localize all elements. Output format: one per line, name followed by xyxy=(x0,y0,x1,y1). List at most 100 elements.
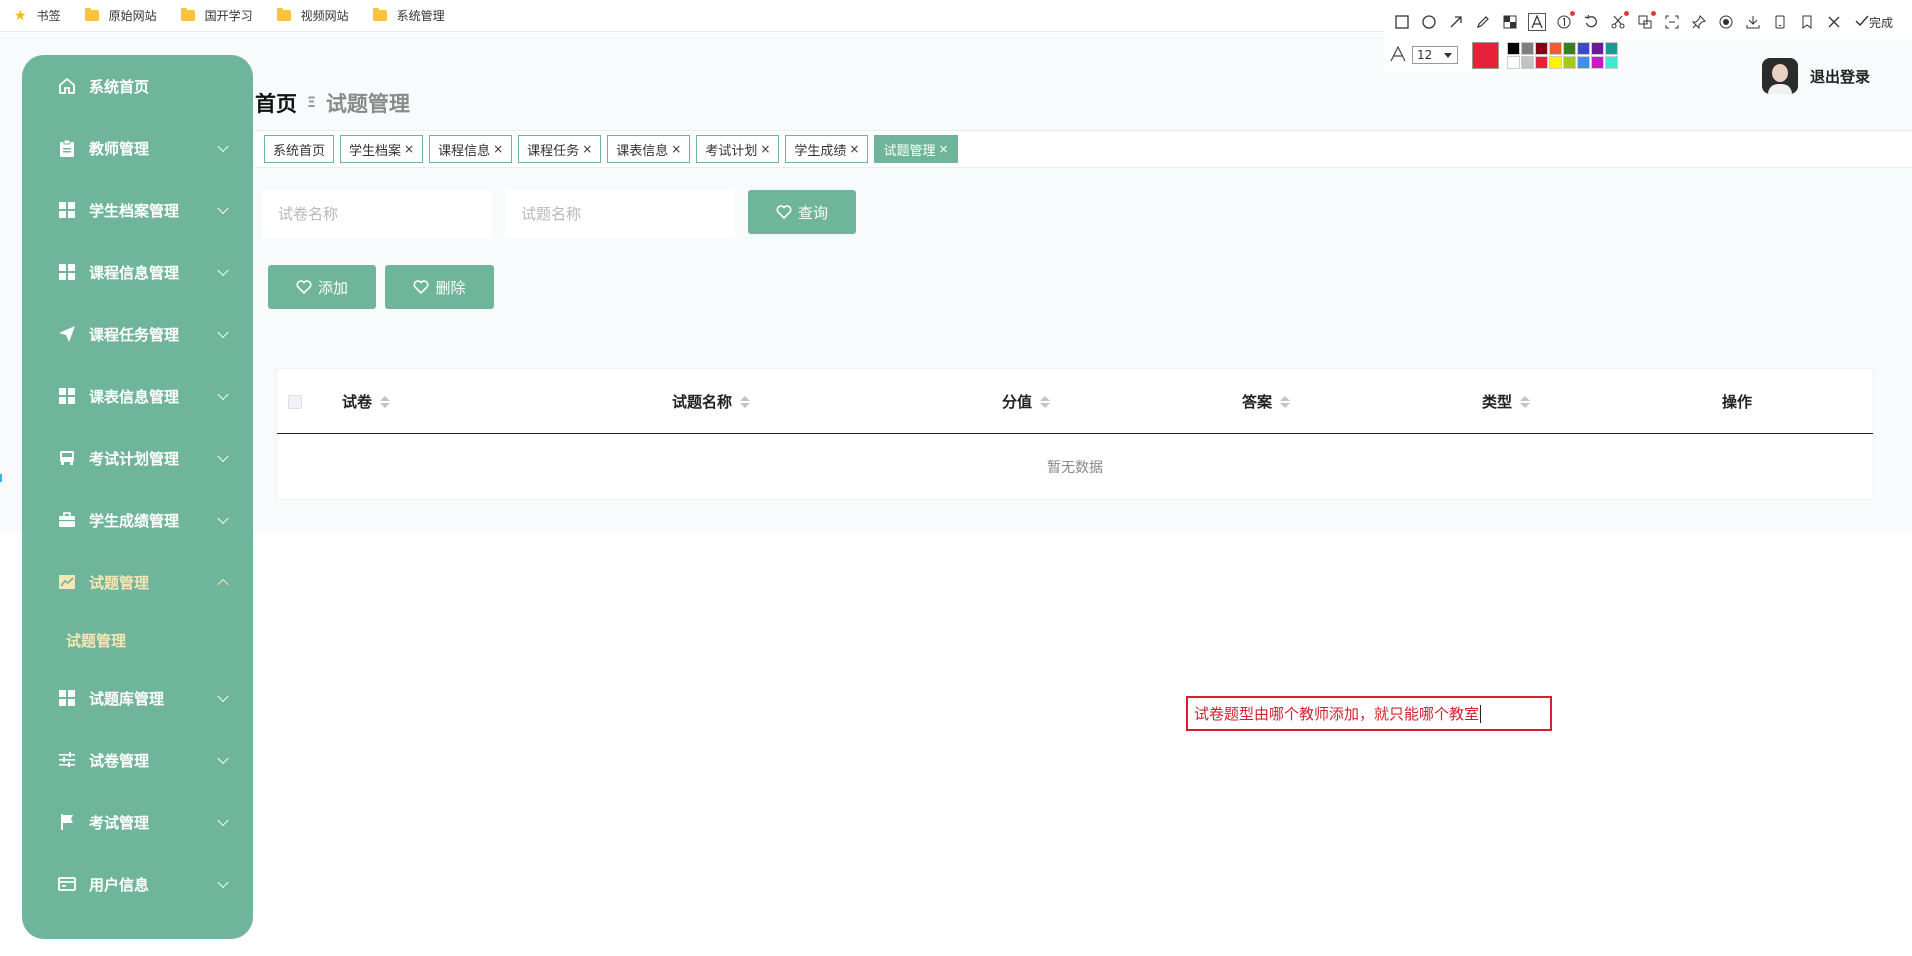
color-swatch[interactable] xyxy=(1549,55,1562,69)
pin-icon[interactable] xyxy=(1691,14,1707,30)
font-size-select[interactable]: 12 xyxy=(1412,46,1458,64)
sort-icon[interactable] xyxy=(1280,395,1291,408)
query-button[interactable]: 查询 xyxy=(748,190,856,234)
close-icon[interactable] xyxy=(1826,14,1842,30)
sort-icon[interactable] xyxy=(1520,395,1531,408)
mosaic-icon[interactable] xyxy=(1502,14,1518,30)
avatar[interactable] xyxy=(1762,58,1798,94)
rectangle-icon[interactable] xyxy=(1394,14,1410,30)
select-all-checkbox[interactable] xyxy=(288,395,302,409)
chevron-down-icon xyxy=(217,264,229,277)
color-swatch[interactable] xyxy=(1577,55,1590,69)
color-swatch[interactable] xyxy=(1535,41,1548,55)
tab-student-archive[interactable]: 学生档案 × xyxy=(340,135,424,163)
tab-score[interactable]: 学生成绩 × xyxy=(785,135,869,163)
column-header-paper[interactable]: 试卷 xyxy=(342,369,391,434)
text-caret xyxy=(1480,704,1482,723)
close-icon[interactable]: × xyxy=(404,142,414,156)
color-swatch[interactable] xyxy=(1507,55,1520,69)
color-swatch[interactable] xyxy=(1549,41,1562,55)
sidebar-item-home[interactable]: 系统首页 xyxy=(22,55,253,117)
tab-timetable[interactable]: 课表信息 × xyxy=(607,135,691,163)
sort-icon[interactable] xyxy=(740,395,751,408)
color-swatch[interactable] xyxy=(1591,55,1604,69)
undo-icon[interactable] xyxy=(1583,14,1599,30)
ocr-icon[interactable] xyxy=(1664,14,1680,30)
color-swatch[interactable] xyxy=(1605,41,1618,55)
sidebar-item-exam-plan[interactable]: 考试计划管理 xyxy=(22,427,253,489)
sort-icon[interactable] xyxy=(380,395,391,408)
scissors-icon[interactable] xyxy=(1610,11,1629,30)
chevron-down-icon xyxy=(217,388,229,401)
bookmark-icon[interactable] xyxy=(1799,14,1815,30)
tab-course-task[interactable]: 课程任务 × xyxy=(518,135,602,163)
flag-icon xyxy=(57,812,77,832)
sidebar-item-question-bank[interactable]: 试题库管理 xyxy=(22,667,253,729)
chevron-up-icon xyxy=(217,578,229,591)
sidebar-item-paper[interactable]: 试卷管理 xyxy=(22,729,253,791)
annotation-textbox[interactable]: 试卷题型由哪个教师添加，就只能哪个教室 xyxy=(1186,696,1552,731)
phone-icon[interactable] xyxy=(1772,14,1788,30)
sidebar-item-course-task[interactable]: 课程任务管理 xyxy=(22,303,253,365)
color-swatch[interactable] xyxy=(1577,41,1590,55)
column-header-score[interactable]: 分值 xyxy=(1002,369,1051,434)
translate-icon[interactable] xyxy=(1637,11,1656,30)
number-marker-icon[interactable] xyxy=(1556,11,1575,30)
column-header-type[interactable]: 类型 xyxy=(1482,369,1531,434)
done-button[interactable]: 完成 xyxy=(1855,14,1893,31)
close-icon[interactable]: × xyxy=(939,142,949,156)
close-icon[interactable]: × xyxy=(760,142,770,156)
color-swatch[interactable] xyxy=(1563,55,1576,69)
close-icon[interactable]: × xyxy=(582,142,592,156)
sidebar-item-teacher[interactable]: 教师管理 xyxy=(22,117,253,179)
tab-question-mgmt[interactable]: 试题管理 × xyxy=(874,135,958,163)
download-icon[interactable] xyxy=(1745,14,1761,30)
bookmark-system-admin[interactable]: 系统管理 xyxy=(372,7,445,24)
breadcrumb-separator: Ξ xyxy=(307,95,316,111)
bookmark-original-site[interactable]: 原始网站 xyxy=(84,7,157,24)
grid-icon xyxy=(57,262,77,282)
tab-course-info[interactable]: 课程信息 × xyxy=(429,135,513,163)
pencil-icon[interactable] xyxy=(1475,14,1491,30)
color-swatch[interactable] xyxy=(1507,41,1520,55)
breadcrumb-home[interactable]: 首页 xyxy=(255,88,297,118)
close-icon[interactable]: × xyxy=(493,142,503,156)
close-icon[interactable]: × xyxy=(849,142,859,156)
color-swatch[interactable] xyxy=(1591,41,1604,55)
text-tool-icon[interactable] xyxy=(1528,13,1546,31)
arrow-icon[interactable] xyxy=(1448,14,1464,30)
color-swatch[interactable] xyxy=(1535,55,1548,69)
color-swatch[interactable] xyxy=(1563,41,1576,55)
chevron-down-icon xyxy=(217,876,229,889)
column-header-answer[interactable]: 答案 xyxy=(1242,369,1291,434)
sidebar-item-student-archive[interactable]: 学生档案管理 xyxy=(22,179,253,241)
sidebar-item-exam[interactable]: 考试管理 xyxy=(22,791,253,853)
paper-name-input[interactable] xyxy=(262,190,492,238)
close-icon[interactable]: × xyxy=(671,142,681,156)
tab-home[interactable]: 系统首页 xyxy=(264,135,335,163)
column-header-question-name[interactable]: 试题名称 xyxy=(672,369,751,434)
question-name-input[interactable] xyxy=(505,190,735,238)
tab-exam-plan[interactable]: 考试计划 × xyxy=(696,135,780,163)
ellipse-icon[interactable] xyxy=(1421,14,1437,30)
bookmark-guokai-study[interactable]: 国开学习 xyxy=(180,7,253,24)
color-swatch[interactable] xyxy=(1521,55,1534,69)
add-button[interactable]: 添加 xyxy=(268,265,376,309)
color-swatch[interactable] xyxy=(1605,55,1618,69)
bookmark-bookmarks[interactable]: ★ 书签 xyxy=(14,7,61,24)
sidebar-item-score[interactable]: 学生成绩管理 xyxy=(22,489,253,551)
current-color-swatch[interactable] xyxy=(1472,41,1499,69)
sidebar-item-question-mgmt[interactable]: 试题管理 xyxy=(22,551,253,613)
sidebar-item-course-info[interactable]: 课程信息管理 xyxy=(22,241,253,303)
sidebar: 系统首页 教师管理 学生档案管理 课程信息管理 课程任务管理 课表信息管理 考试… xyxy=(22,55,253,939)
sort-icon[interactable] xyxy=(1040,395,1051,408)
record-icon[interactable] xyxy=(1718,14,1734,30)
sidebar-item-timetable[interactable]: 课表信息管理 xyxy=(22,365,253,427)
bookmark-video-site[interactable]: 视频网站 xyxy=(276,7,349,24)
sidebar-subitem-question-mgmt[interactable]: 试题管理 xyxy=(22,613,253,667)
sidebar-item-user-info[interactable]: 用户信息 xyxy=(22,853,253,915)
delete-button[interactable]: 删除 xyxy=(385,265,494,309)
logout-button[interactable]: 退出登录 xyxy=(1810,66,1870,87)
color-swatch[interactable] xyxy=(1521,41,1534,55)
heart-icon xyxy=(776,204,792,220)
